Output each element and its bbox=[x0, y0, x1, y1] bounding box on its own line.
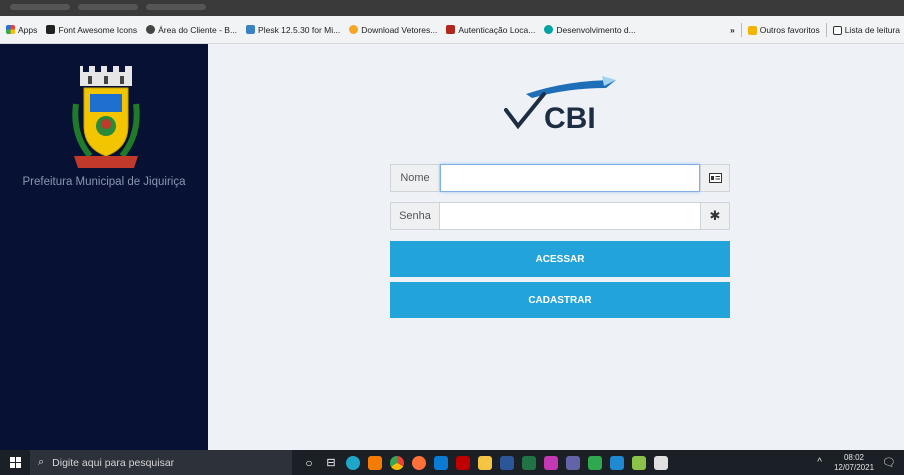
flag-icon bbox=[46, 25, 56, 34]
plesk-icon bbox=[246, 25, 256, 34]
app-icon-purple[interactable] bbox=[544, 455, 558, 470]
cbi-logo: CBI bbox=[504, 76, 616, 134]
bookmark-outros-favoritos[interactable]: Outros favoritos bbox=[747, 25, 820, 35]
dev-icon bbox=[544, 25, 554, 34]
notepad-icon[interactable] bbox=[632, 455, 646, 470]
globe-icon bbox=[146, 25, 156, 34]
senha-input[interactable] bbox=[440, 202, 700, 230]
task-view-icon[interactable]: ⊟ bbox=[324, 456, 338, 469]
excel-icon[interactable] bbox=[522, 455, 536, 470]
bookmark-download-vetores[interactable]: Download Vetores... bbox=[349, 25, 437, 35]
windows-logo-icon bbox=[9, 457, 21, 468]
bookmark-apps[interactable]: Apps bbox=[6, 25, 37, 35]
nome-input[interactable] bbox=[440, 164, 700, 192]
chevron-up-icon[interactable]: ^ bbox=[817, 457, 822, 468]
nome-label: Nome bbox=[390, 164, 440, 192]
word-icon[interactable] bbox=[500, 455, 514, 470]
bookmark-autenticacao[interactable]: Autenticação Loca... bbox=[446, 25, 535, 35]
browser-tab-strip bbox=[0, 0, 904, 16]
bookmark-area-cliente[interactable]: Área do Cliente - B... bbox=[146, 25, 237, 35]
acessar-button[interactable]: ACESSAR bbox=[390, 241, 730, 277]
filezilla-icon[interactable] bbox=[456, 455, 470, 470]
apps-grid-icon bbox=[6, 25, 15, 34]
bookmark-plesk[interactable]: Plesk 12.5.30 for Mi... bbox=[246, 25, 340, 35]
bookmark-lista-leitura[interactable]: Lista de leitura bbox=[832, 25, 900, 35]
logo-text: CBI bbox=[544, 102, 596, 134]
teams-icon[interactable] bbox=[566, 455, 580, 470]
search-icon: ⌕ bbox=[38, 456, 45, 468]
mail-icon[interactable] bbox=[434, 455, 448, 470]
app-icon-cube[interactable] bbox=[654, 455, 668, 470]
edge-icon[interactable] bbox=[346, 455, 360, 470]
folder-icon bbox=[747, 25, 757, 35]
file-explorer-icon[interactable] bbox=[478, 455, 492, 470]
bookmarks-bar: Apps Font Awesome Icons Área do Cliente … bbox=[0, 16, 904, 44]
app-icon-green[interactable] bbox=[588, 455, 602, 470]
more-bookmarks-chevron[interactable]: » bbox=[730, 25, 735, 35]
senha-field-group: Senha ✱ bbox=[390, 202, 730, 230]
cortana-icon[interactable]: ○ bbox=[302, 456, 316, 470]
asterisk-icon: ✱ bbox=[700, 202, 730, 230]
freepik-icon bbox=[349, 25, 359, 34]
bookmark-font-awesome[interactable]: Font Awesome Icons bbox=[46, 25, 137, 35]
reading-list-icon bbox=[832, 25, 842, 35]
firefox-icon[interactable] bbox=[412, 455, 426, 470]
app-icon-xampp[interactable] bbox=[368, 455, 382, 470]
taskbar-search-box[interactable]: ⌕ Digite aqui para pesquisar bbox=[30, 450, 292, 475]
cadastrar-button[interactable]: CADASTRAR bbox=[390, 282, 730, 318]
word-icon bbox=[446, 25, 456, 34]
municipal-crest-icon bbox=[72, 66, 140, 168]
vscode-icon[interactable] bbox=[610, 455, 624, 470]
taskbar-clock[interactable]: 08:02 12/07/2021 bbox=[834, 453, 874, 473]
id-card-icon bbox=[700, 164, 730, 192]
windows-taskbar: ⌕ Digite aqui para pesquisar ○ ⊟ ^ 08:02… bbox=[0, 450, 904, 475]
start-button[interactable] bbox=[0, 450, 30, 475]
login-panel: CBI Nome Senha ✱ ACESSAR CADASTRAR bbox=[208, 44, 904, 450]
chrome-icon[interactable] bbox=[390, 455, 404, 470]
notification-icon[interactable]: 🗨 bbox=[882, 456, 896, 469]
org-name: Prefeitura Municipal de Jiquiriça bbox=[22, 176, 186, 188]
sidebar: Prefeitura Municipal de Jiquiriça bbox=[0, 44, 208, 450]
nome-field-group: Nome bbox=[390, 164, 730, 192]
senha-label: Senha bbox=[390, 202, 440, 230]
bookmark-desenvolvimento[interactable]: Desenvolvimento d... bbox=[544, 25, 636, 35]
